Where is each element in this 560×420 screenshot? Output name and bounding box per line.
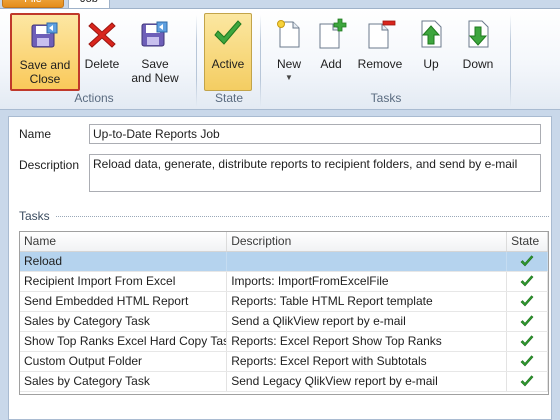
task-state-cell[interactable] [507, 272, 548, 291]
green-check-icon [520, 315, 534, 327]
table-row[interactable]: Sales by Category Task Send a QlikView re… [20, 312, 548, 332]
name-field[interactable]: Up-to-Date Reports Job [89, 124, 541, 144]
ribbon-divider [196, 15, 197, 107]
tab-file[interactable]: File [2, 0, 64, 8]
active-label: Active [211, 57, 245, 71]
task-name-cell: Sales by Category Task [20, 312, 228, 331]
green-check-icon [214, 20, 242, 45]
task-name-cell: Send Embedded HTML Report [20, 292, 228, 311]
new-document-icon [277, 20, 300, 48]
column-header-name[interactable]: Name [20, 232, 228, 251]
task-state-cell[interactable] [507, 352, 548, 371]
task-description-cell: Reports: Excel Report with Subtotals [227, 352, 508, 371]
description-label: Description [19, 158, 80, 172]
remove-document-icon [368, 20, 396, 49]
add-task-button[interactable]: Add [312, 13, 350, 91]
ribbon: Save and Close Delete Save and New Actio… [0, 8, 560, 110]
task-description-cell: Reports: Table HTML Report template [227, 292, 508, 311]
up-label: Up [423, 57, 439, 71]
column-header-description[interactable]: Description [227, 232, 508, 251]
green-check-icon [520, 255, 534, 267]
task-description-cell: Send a QlikView report by e-mail [227, 312, 508, 331]
column-header-state[interactable]: State [507, 232, 548, 251]
remove-label: Remove [357, 57, 403, 71]
add-label: Add [320, 57, 342, 71]
divider [55, 215, 549, 217]
save-and-close-label: Save and Close [19, 58, 71, 86]
task-description-cell: Reports: Excel Report Show Top Ranks [227, 332, 508, 351]
grid-body: Reload Recipient Import From Excel Imports… [20, 252, 548, 392]
tasks-grid[interactable]: Name Description State Reload Recipient I… [19, 231, 549, 395]
job-editor-panel: Name Up-to-Date Reports Job Description … [8, 116, 552, 420]
name-label: Name [19, 127, 52, 141]
task-name-cell: Show Top Ranks Excel Hard Copy Task [20, 332, 228, 351]
active-toggle-button[interactable]: Active [204, 13, 252, 91]
save-disk-icon [31, 22, 58, 48]
task-name-cell: Recipient Import From Excel [20, 272, 228, 291]
table-row[interactable]: Send Embedded HTML Report Reports: Table … [20, 292, 548, 312]
grid-header: Name Description State [20, 232, 548, 252]
task-description-cell: Imports: ImportFromExcelFile [227, 272, 508, 291]
save-new-icon [141, 21, 168, 47]
task-state-cell[interactable] [507, 312, 548, 331]
save-and-close-button[interactable]: Save and Close [10, 13, 80, 91]
ribbon-tab-strip: File Job [0, 0, 560, 8]
green-check-icon [520, 295, 534, 307]
table-row[interactable]: Sales by Category Task Send Legacy QlikVi… [20, 372, 548, 392]
green-check-icon [520, 275, 534, 287]
tab-job[interactable]: Job [68, 0, 110, 8]
ribbon-divider [260, 15, 261, 107]
task-name-cell: Reload [20, 252, 228, 271]
task-name-cell: Sales by Category Task [20, 372, 228, 391]
remove-task-button[interactable]: Remove [354, 13, 406, 91]
state-group-label: State [214, 91, 244, 105]
chevron-down-icon: ▼ [285, 73, 293, 82]
tasks-heading-label: Tasks [19, 209, 50, 223]
table-row[interactable]: Show Top Ranks Excel Hard Copy Task Repor… [20, 332, 548, 352]
task-name-cell: Custom Output Folder [20, 352, 228, 371]
ribbon-group-tasks: New ▼ Add Remove Up Down Tasks [262, 9, 510, 109]
green-check-icon [520, 375, 534, 387]
tasks-section-heading: Tasks [19, 209, 549, 223]
task-description-cell: Send Legacy QlikView report by e-mail [227, 372, 508, 391]
new-task-button[interactable]: New ▼ [268, 13, 310, 91]
table-row[interactable]: Recipient Import From Excel Imports: Impo… [20, 272, 548, 292]
tasks-group-label: Tasks [370, 91, 402, 105]
table-row[interactable]: Custom Output Folder Reports: Excel Repor… [20, 352, 548, 372]
move-down-button[interactable]: Down [456, 13, 500, 91]
task-state-cell[interactable] [507, 292, 548, 311]
ribbon-group-actions: Save and Close Delete Save and New Actio… [0, 9, 188, 109]
arrow-up-icon [421, 20, 442, 48]
red-x-icon [88, 22, 116, 48]
delete-label: Delete [84, 57, 120, 71]
ribbon-divider [510, 15, 511, 107]
down-label: Down [462, 57, 494, 71]
arrow-down-icon [468, 20, 489, 48]
move-up-button[interactable]: Up [412, 13, 450, 91]
green-check-icon [520, 355, 534, 367]
task-state-cell[interactable] [507, 372, 548, 391]
task-state-cell[interactable] [507, 332, 548, 351]
add-document-icon [319, 18, 347, 49]
ribbon-group-state: Active State [198, 9, 260, 109]
save-and-new-button[interactable]: Save and New [124, 13, 186, 91]
delete-button[interactable]: Delete [82, 13, 122, 91]
task-state-cell[interactable] [507, 252, 548, 271]
new-label: New [276, 57, 301, 71]
table-row[interactable]: Reload [20, 252, 548, 272]
description-field[interactable]: Reload data, generate, distribute report… [89, 154, 541, 192]
save-and-new-label: Save and New [131, 57, 179, 85]
task-description-cell [227, 252, 508, 271]
actions-group-label: Actions [74, 91, 114, 105]
green-check-icon [520, 335, 534, 347]
